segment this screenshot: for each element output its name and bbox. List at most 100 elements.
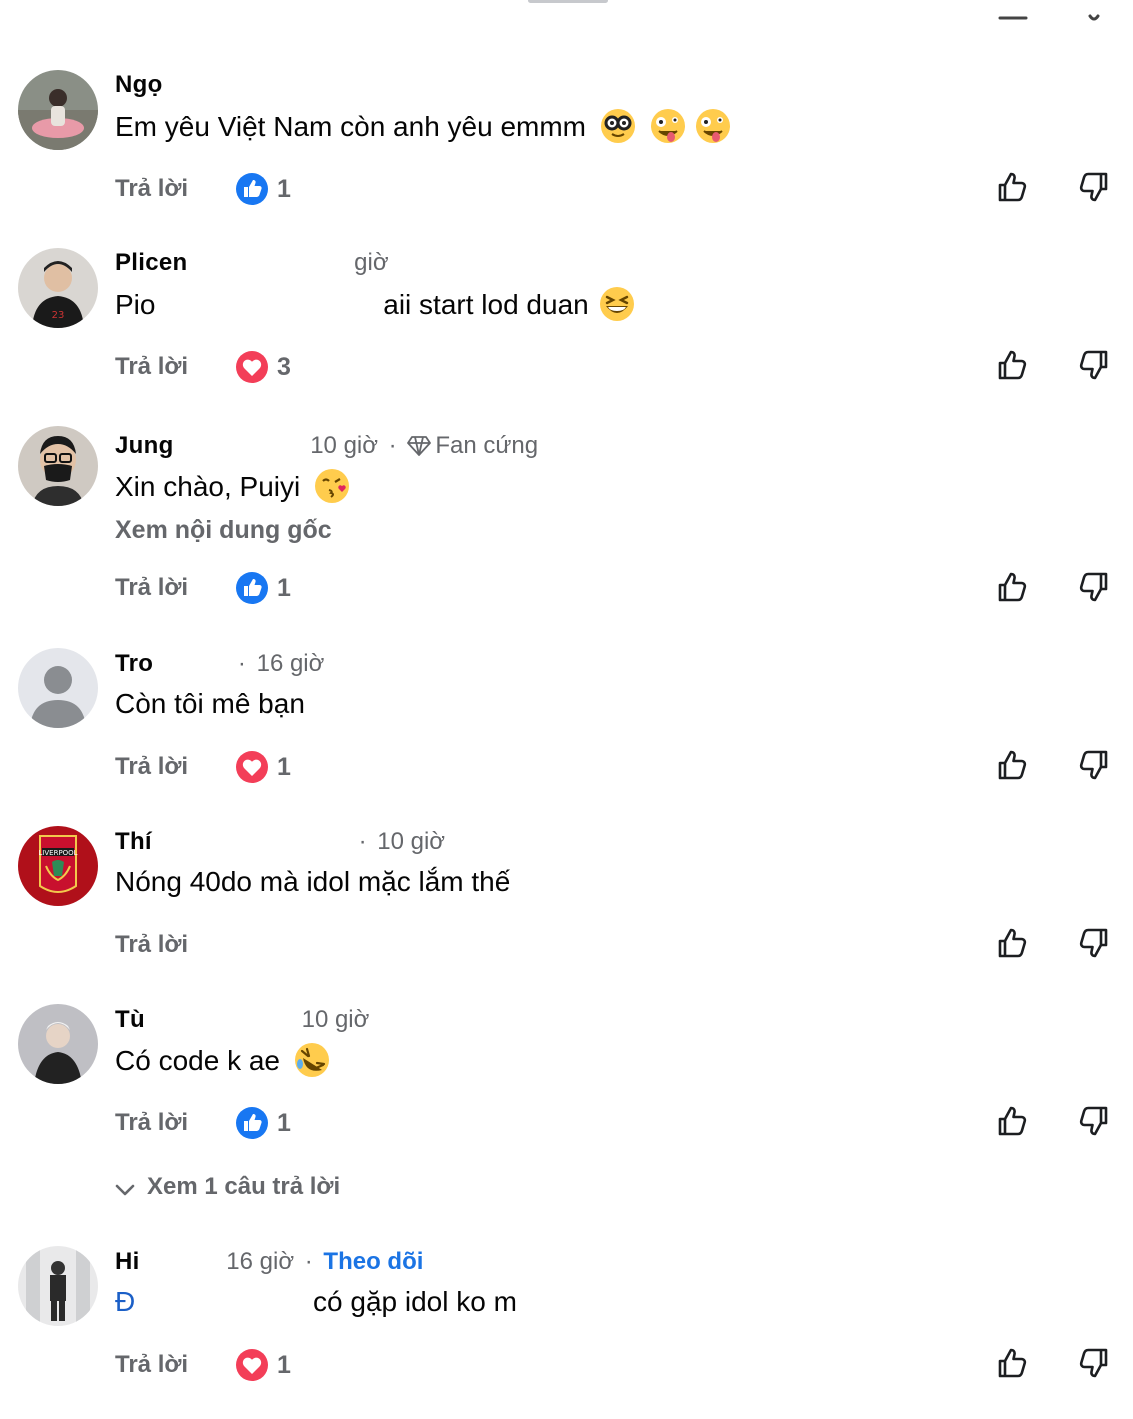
reaction-summary[interactable]: 1 (235, 750, 291, 784)
comment-body: Em yêu Việt Nam còn anh yêu emmm (115, 111, 587, 142)
author-name[interactable]: Thí (115, 828, 152, 855)
author-name[interactable]: Ngọ (115, 71, 163, 98)
thumb-down-outline-icon[interactable] (1076, 748, 1110, 782)
comment-text: Em yêu Việt Nam còn anh yêu emmm (115, 108, 731, 145)
comment-time: 10 giờ (310, 432, 378, 459)
reaction-summary[interactable]: 1 (235, 1348, 291, 1382)
reply-button[interactable]: Trả lời (115, 174, 188, 204)
thumb-down-outline-icon[interactable] (1076, 170, 1110, 204)
comment-body: Nóng 40do mà idol mặc lắm thế (115, 866, 511, 897)
reaction-count: 1 (277, 1350, 291, 1379)
author-name[interactable]: Jung (115, 432, 174, 459)
zany-face-emoji-icon (650, 109, 685, 143)
thumb-down-outline-icon[interactable] (1076, 1346, 1110, 1380)
avatar[interactable] (18, 1004, 98, 1084)
sheet-drag-handle[interactable] (528, 0, 608, 3)
avatar[interactable]: LIVERPOOL (18, 826, 98, 906)
view-replies-button[interactable]: Xem 1 câu trả lời (115, 1172, 340, 1202)
mention-link[interactable]: Đ (115, 1286, 135, 1317)
reply-button[interactable]: Trả lời (115, 573, 188, 603)
comment-time: 10 giờ (377, 828, 446, 855)
thumb-down-outline-icon[interactable] (1076, 348, 1110, 382)
separator-dot: · (388, 432, 397, 459)
svg-text:LIVERPOOL: LIVERPOOL (38, 849, 77, 857)
love-reaction-icon (236, 351, 268, 383)
separator-dot: · (237, 650, 246, 677)
thumb-up-outline-icon[interactable] (996, 926, 1030, 960)
avatar[interactable] (18, 426, 98, 506)
like-reaction-icon (236, 173, 268, 205)
reaction-summary[interactable]: 1 (235, 1106, 291, 1140)
comment-body-prefix: Pio (115, 289, 156, 320)
comment-body: Còn tôi mê bạn (115, 688, 305, 719)
comment-time: 16 giờ (226, 1248, 295, 1275)
follow-button[interactable]: Theo dõi (323, 1248, 423, 1275)
reaction-count: 1 (277, 573, 291, 602)
comment-meta: Jung 10 giờ · Fan cứng (115, 431, 538, 461)
thumb-down-outline-icon[interactable] (1076, 570, 1110, 604)
author-name[interactable]: Hi (115, 1248, 140, 1275)
avatar[interactable] (18, 1246, 98, 1326)
avatar[interactable]: 23 (18, 248, 98, 328)
reply-button[interactable]: Trả lời (115, 752, 188, 782)
reply-button[interactable]: Trả lời (115, 1108, 188, 1138)
comment-meta: Tù 10 giờ (115, 1005, 369, 1035)
comment-text: Có code k ae (115, 1042, 330, 1079)
comment-meta: Ngọ (115, 70, 163, 100)
fan-badge-label: Fan cứng (435, 432, 539, 459)
nerd-face-emoji-icon (600, 109, 635, 143)
comment-time: giờ (354, 249, 389, 276)
thumb-up-outline-icon[interactable] (996, 348, 1030, 382)
face-blowing-kiss-emoji-icon (315, 469, 349, 503)
reaction-summary[interactable]: 1 (235, 571, 291, 605)
comment-body: Có code k ae (115, 1045, 280, 1076)
comment-text: Đ có gặp idol ko m (115, 1284, 517, 1320)
thumb-up-outline-icon[interactable] (996, 170, 1030, 204)
comment-text: Xin chào, Puiyi (115, 468, 350, 505)
reply-button[interactable]: Trả lời (115, 1350, 188, 1380)
reaction-count: 1 (277, 174, 291, 203)
comment-meta: Hi 16 giờ · Theo dõi (115, 1247, 423, 1277)
reaction-summary[interactable]: 1 (235, 172, 291, 206)
comment-text: Nóng 40do mà idol mặc lắm thế (115, 864, 510, 900)
avatar[interactable] (18, 70, 98, 150)
separator-dot: · (358, 828, 367, 855)
comment-time: 10 giờ (301, 1006, 370, 1033)
comment-meta: Thí · 10 giờ (115, 827, 445, 857)
thumb-up-outline-icon[interactable] (996, 570, 1030, 604)
love-reaction-icon (236, 751, 268, 783)
thumb-down-outline-icon[interactable] (1076, 1104, 1110, 1138)
view-replies-label: Xem 1 câu trả lời (147, 1173, 341, 1200)
thumb-up-outline-icon[interactable] (996, 1346, 1030, 1380)
thumb-up-outline-icon[interactable] (996, 1104, 1030, 1138)
diamond-icon (407, 436, 432, 456)
svg-text:23: 23 (52, 310, 65, 321)
author-name[interactable]: Tù (115, 1006, 145, 1033)
reply-button[interactable]: Trả lời (115, 930, 188, 960)
like-reaction-icon (236, 572, 268, 604)
comment-body: Xin chào, Puiyi (115, 471, 301, 502)
reaction-summary[interactable]: 3 (235, 350, 291, 384)
chevron-down-icon (115, 1184, 135, 1196)
comment-text: Pio aii start lod duan (115, 286, 635, 323)
reaction-count: 1 (277, 752, 291, 781)
rolling-on-floor-laughing-emoji-icon (294, 1043, 329, 1077)
thumb-down-icon (1080, 10, 1110, 22)
thumb-up-outline-icon[interactable] (996, 748, 1030, 782)
comment-text: Còn tôi mê bạn (115, 686, 305, 722)
reply-button[interactable]: Trả lời (115, 352, 188, 382)
thumb-down-outline-icon[interactable] (1076, 926, 1110, 960)
comment-meta: Tro · 16 giờ (115, 649, 324, 679)
comment-meta: Plicen giờ (115, 248, 389, 278)
grinning-squinting-face-emoji-icon (599, 287, 634, 321)
avatar[interactable] (18, 648, 98, 728)
comment-time: 16 giờ (256, 650, 325, 677)
separator-dot: · (304, 1248, 313, 1275)
reaction-count: 3 (277, 352, 291, 381)
love-reaction-icon (236, 1349, 268, 1381)
comment-body: aii start lod duan (383, 289, 589, 320)
author-name[interactable]: Tro (115, 650, 153, 677)
reaction-count: 1 (277, 1108, 291, 1137)
author-name[interactable]: Plicen (115, 249, 188, 276)
see-original-link[interactable]: Xem nội dung gốc (115, 515, 332, 545)
